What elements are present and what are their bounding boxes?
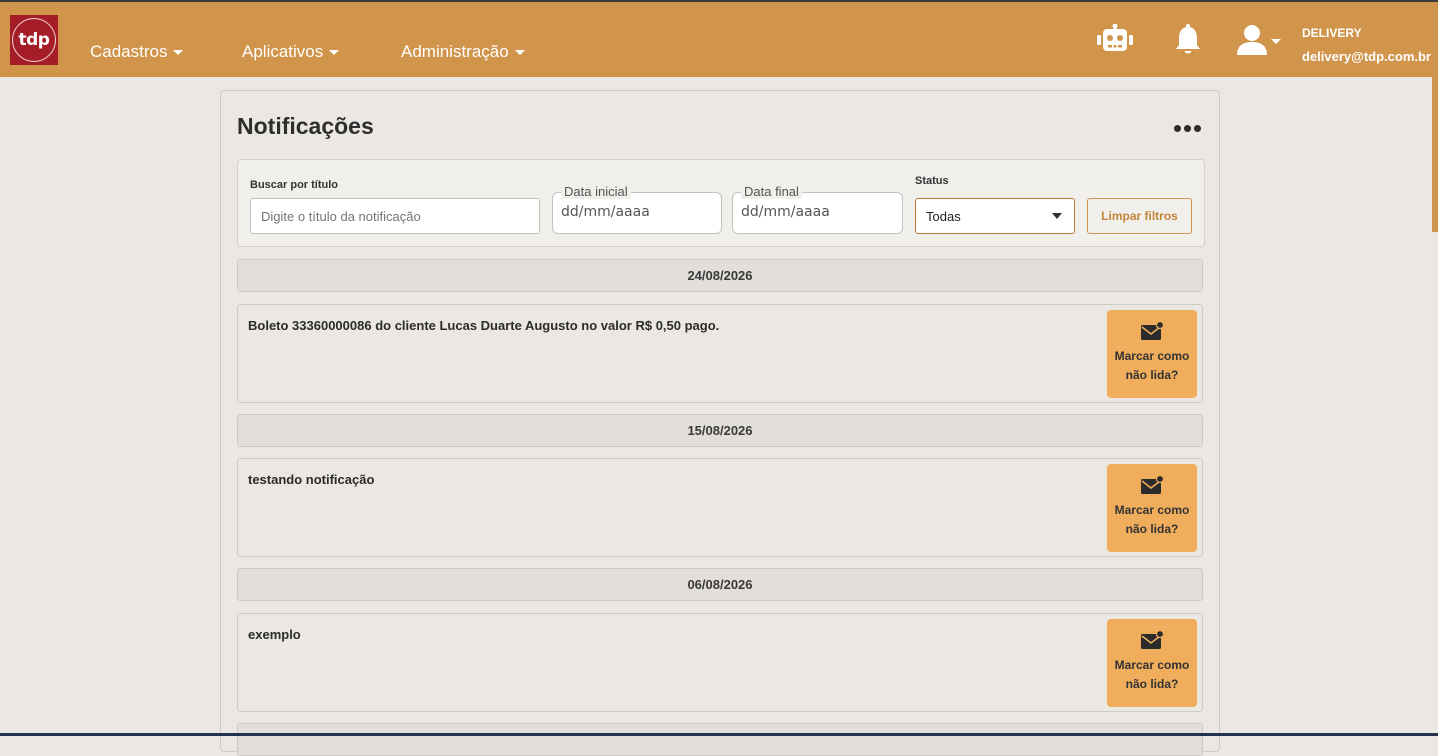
menu-cadastros-label: Cadastros [90,42,168,61]
status-select[interactable]: Todas [915,198,1075,234]
search-label: Buscar por título [250,179,339,191]
mark-unread-button[interactable]: Marcar como não lida? [1107,310,1197,398]
notification-text: Boleto 33360000086 do cliente Lucas Duar… [248,318,720,333]
more-options-icon[interactable] [1174,125,1201,132]
date-group-header [237,723,1203,756]
end-date-value: dd/mm/aaaa [741,204,830,220]
brand-logo[interactable]: tdp [10,15,58,65]
envelope-dot-icon [1141,630,1164,649]
clear-filters-button[interactable]: Limpar filtros [1087,198,1192,234]
menu-administracao-label: Administração [401,42,509,61]
search-input[interactable] [250,198,540,234]
user-menu[interactable] [1236,24,1282,61]
top-navbar: tdp Cadastros Aplicativos Administração [0,2,1438,77]
end-date-label: Data final [741,184,802,199]
notification-text: testando notificação [248,472,375,487]
notification-text: exemplo [248,627,301,642]
notification-item[interactable]: testando notificação Marcar como não lid… [237,458,1203,557]
status-label: Status [915,175,949,187]
logo-text: tdp [12,18,56,62]
mark-unread-label: Marcar como não lida? [1114,349,1190,382]
caret-down-icon [329,49,340,55]
date-group-header: 24/08/2026 [237,259,1203,292]
mark-unread-label: Marcar como não lida? [1114,503,1190,536]
caret-down-icon [514,49,525,55]
user-email: delivery@tdp.com.br [1302,49,1431,64]
menu-administracao[interactable]: Administração [401,42,525,62]
user-name: DELIVERY [1302,26,1362,40]
robot-icon[interactable] [1097,23,1133,59]
caret-down-icon [173,49,184,55]
start-date-field[interactable]: Data inicial dd/mm/aaaa [552,184,722,234]
end-date-field[interactable]: Data final dd/mm/aaaa [732,184,903,234]
menu-cadastros[interactable]: Cadastros [90,42,184,62]
page-title: Notificações [237,113,374,139]
notification-item[interactable]: exemplo Marcar como não lida? [237,613,1203,712]
start-date-value: dd/mm/aaaa [561,204,650,220]
mark-unread-button[interactable]: Marcar como não lida? [1107,464,1197,552]
menu-aplicativos-label: Aplicativos [242,42,324,61]
bell-icon[interactable] [1175,24,1201,61]
status-select-value: Todas [926,208,961,224]
mark-unread-label: Marcar como não lida? [1114,658,1190,691]
chevron-down-icon [1052,213,1062,219]
filters-bar: Buscar por título Data inicial dd/mm/aaa… [237,159,1205,247]
envelope-dot-icon [1141,475,1164,494]
side-strip [1432,77,1438,232]
notification-item[interactable]: Boleto 33360000086 do cliente Lucas Duar… [237,304,1203,403]
envelope-dot-icon [1141,321,1164,340]
mark-unread-button[interactable]: Marcar como não lida? [1107,619,1197,707]
date-group-header: 06/08/2026 [237,568,1203,601]
user-icon [1237,25,1281,55]
date-group-header: 15/08/2026 [237,414,1203,447]
notifications-panel: Notificações Buscar por título Data inic… [220,90,1220,756]
menu-aplicativos[interactable]: Aplicativos [242,42,340,62]
start-date-label: Data inicial [561,184,631,199]
